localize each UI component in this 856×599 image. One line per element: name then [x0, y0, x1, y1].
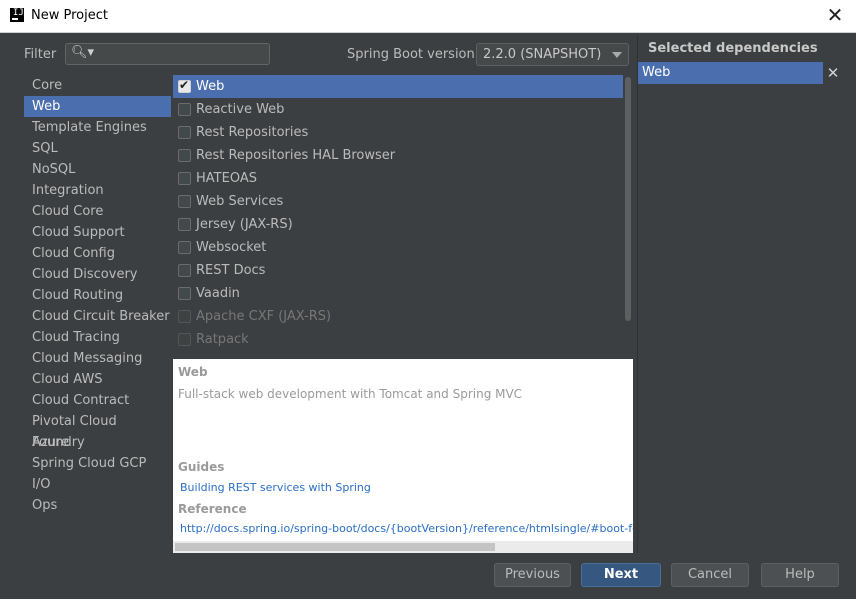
- checkmark-icon: ✔: [179, 78, 190, 92]
- dependency-label: HATEOAS: [196, 171, 257, 186]
- category-item-spring-cloud-gcp[interactable]: Spring Cloud GCP: [24, 453, 171, 474]
- search-icon[interactable]: 🔍︎▾: [71, 45, 94, 60]
- category-item-cloud-circuit-breaker[interactable]: Cloud Circuit Breaker: [24, 306, 171, 327]
- cancel-button[interactable]: Cancel: [671, 563, 749, 587]
- description-hscroll-thumb[interactable]: [175, 543, 495, 551]
- dependency-checkbox[interactable]: [178, 103, 191, 116]
- dependency-label: Websocket: [196, 240, 267, 255]
- spring-boot-version-value: 2.2.0 (SNAPSHOT): [483, 47, 602, 62]
- category-item-core[interactable]: Core: [24, 75, 171, 96]
- dependency-label: REST Docs: [196, 263, 266, 278]
- dependency-item[interactable]: Jersey (JAX-RS): [173, 213, 623, 236]
- category-item-cloud-contract[interactable]: Cloud Contract: [24, 390, 171, 411]
- category-item-web[interactable]: Web: [24, 96, 171, 117]
- dependency-item[interactable]: REST Docs: [173, 259, 623, 282]
- category-item-sql[interactable]: SQL: [24, 138, 171, 159]
- category-item-cloud-messaging[interactable]: Cloud Messaging: [24, 348, 171, 369]
- reference-label: Reference: [178, 502, 247, 516]
- title-bar: IJ New Project ✕: [0, 0, 856, 33]
- category-item-cloud-core[interactable]: Cloud Core: [24, 201, 171, 222]
- spring-boot-version-label: Spring Boot version: [347, 47, 475, 62]
- category-item-integration[interactable]: Integration: [24, 180, 171, 201]
- guides-label: Guides: [178, 460, 225, 474]
- dependency-checkbox[interactable]: [178, 126, 191, 139]
- dependency-checkbox: [178, 333, 191, 346]
- filter-search-box[interactable]: 🔍︎▾: [65, 43, 270, 65]
- dependency-item[interactable]: Vaadin: [173, 282, 623, 305]
- category-item-cloud-discovery[interactable]: Cloud Discovery: [24, 264, 171, 285]
- reference-link[interactable]: http://docs.spring.io/spring-boot/docs/{…: [180, 522, 633, 535]
- filter-input[interactable]: [92, 46, 266, 64]
- dependency-checkbox[interactable]: [178, 218, 191, 231]
- category-item-pivotal-cloud-foundry[interactable]: Pivotal Cloud Foundry: [24, 411, 171, 450]
- dependency-label: Web Services: [196, 194, 284, 209]
- dependency-checkbox[interactable]: [178, 195, 191, 208]
- dependency-scrollbar-thumb[interactable]: [625, 77, 631, 321]
- dependency-label: Reactive Web: [196, 102, 285, 117]
- selected-dependencies-panel: [637, 35, 855, 553]
- next-button[interactable]: Next: [581, 563, 661, 587]
- window-title: New Project: [31, 8, 108, 23]
- dependency-item[interactable]: Rest Repositories: [173, 121, 623, 144]
- dependency-label: Ratpack: [196, 332, 249, 347]
- filter-label: Filter: [24, 47, 57, 62]
- dependency-checkbox[interactable]: [178, 149, 191, 162]
- dependency-description-panel: Web Full-stack web development with Tomc…: [173, 359, 633, 553]
- dependency-label: Apache CXF (JAX-RS): [196, 309, 332, 324]
- dependency-item[interactable]: Web Services: [173, 190, 623, 213]
- category-item-azure[interactable]: Azure: [24, 432, 171, 453]
- category-item-nosql[interactable]: NoSQL: [24, 159, 171, 180]
- dependency-checkbox[interactable]: [178, 241, 191, 254]
- dependency-checkbox[interactable]: [178, 287, 191, 300]
- dependency-list: ✔ Web Reactive Web Rest Repositories Rest Re…: [173, 75, 623, 355]
- close-icon[interactable]: ✕: [824, 4, 846, 26]
- dependency-checkbox[interactable]: [178, 264, 191, 277]
- category-item-template-engines[interactable]: Template Engines: [24, 117, 171, 138]
- dependency-label: Web: [196, 79, 225, 94]
- intellij-app-icon: IJ: [10, 8, 24, 22]
- dependency-item: Apache CXF (JAX-RS): [173, 305, 623, 328]
- dependency-item[interactable]: Rest Repositories HAL Browser: [173, 144, 623, 167]
- dependency-checkbox[interactable]: [178, 172, 191, 185]
- category-item-cloud-tracing[interactable]: Cloud Tracing: [24, 327, 171, 348]
- dependency-label: Rest Repositories: [196, 125, 309, 140]
- category-item-cloud-support[interactable]: Cloud Support: [24, 222, 171, 243]
- category-item-cloud-config[interactable]: Cloud Config: [24, 243, 171, 264]
- selected-dependency-item[interactable]: Web: [638, 62, 823, 84]
- previous-button[interactable]: Previous: [494, 563, 571, 587]
- dependency-checkbox[interactable]: ✔: [178, 78, 191, 93]
- selected-dependencies-title: Selected dependencies: [648, 41, 818, 56]
- category-list: Core Web Template Engines SQL NoSQL Integrati…: [24, 75, 171, 516]
- category-item-cloud-aws[interactable]: Cloud AWS: [24, 369, 171, 390]
- dependency-item[interactable]: Reactive Web: [173, 98, 623, 121]
- remove-icon[interactable]: ✕: [825, 64, 841, 82]
- dependency-item: Ratpack: [173, 328, 623, 351]
- help-button[interactable]: Help: [761, 563, 839, 587]
- category-item-ops[interactable]: Ops: [24, 495, 171, 516]
- dependency-label: Jersey (JAX-RS): [196, 217, 293, 232]
- dependency-label: Vaadin: [196, 286, 240, 301]
- chevron-down-icon: [612, 52, 622, 58]
- category-item-i-o[interactable]: I/O: [24, 474, 171, 495]
- dependency-item[interactable]: Websocket: [173, 236, 623, 259]
- dependency-checkbox: [178, 310, 191, 323]
- guide-link[interactable]: Building REST services with Spring: [180, 481, 371, 494]
- dependency-item[interactable]: HATEOAS: [173, 167, 623, 190]
- category-item-cloud-routing[interactable]: Cloud Routing: [24, 285, 171, 306]
- description-text: Full-stack web development with Tomcat a…: [178, 387, 523, 401]
- dependency-label: Rest Repositories HAL Browser: [196, 148, 396, 163]
- dependency-item[interactable]: ✔ Web: [173, 75, 623, 98]
- spring-boot-version-select[interactable]: 2.2.0 (SNAPSHOT): [476, 43, 629, 66]
- description-title: Web: [178, 365, 208, 379]
